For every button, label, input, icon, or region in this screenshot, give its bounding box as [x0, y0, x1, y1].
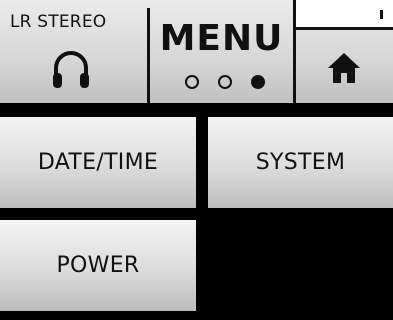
battery-icon — [380, 10, 383, 19]
page-indicator — [185, 75, 265, 89]
system-button[interactable]: SYSTEM — [208, 117, 393, 208]
home-button[interactable] — [296, 30, 393, 103]
date-time-label: DATE/TIME — [37, 150, 159, 175]
power-label: POWER — [56, 253, 140, 278]
date-time-button[interactable]: DATE/TIME — [0, 117, 196, 208]
system-label: SYSTEM — [255, 150, 346, 175]
headphone-icon — [53, 51, 89, 88]
battery-indicator — [296, 0, 393, 27]
menu-title-block: MENU — [150, 10, 293, 103]
page-dot — [218, 75, 232, 89]
page-dot-active — [251, 75, 265, 89]
monitor-button[interactable]: LR STEREO — [0, 0, 147, 103]
monitor-label: LR STEREO — [10, 12, 107, 32]
home-icon — [328, 53, 360, 83]
power-button[interactable]: POWER — [0, 220, 196, 311]
page-title: MENU — [159, 18, 284, 59]
header-bar: LR STEREO MENU — [0, 0, 393, 103]
page-dot — [185, 75, 199, 89]
